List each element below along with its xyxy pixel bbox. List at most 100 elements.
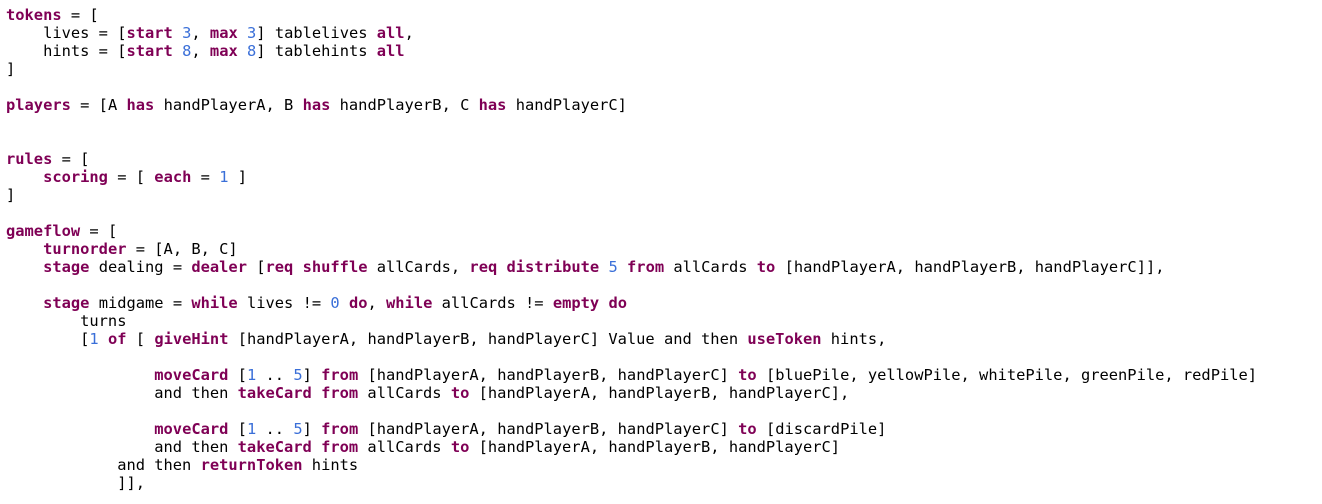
keyword-token: of xyxy=(107,330,127,348)
number-token: 3 xyxy=(247,24,257,42)
text-token: [handPlayerA, handPlayerB, handPlayerC] xyxy=(469,438,841,456)
number-token: 1 xyxy=(246,366,257,384)
number-token: 1 xyxy=(246,420,257,438)
text-token: turns xyxy=(6,312,127,330)
text-token: dealing = xyxy=(89,258,192,276)
keyword-token: from xyxy=(321,420,359,438)
number-token: 5 xyxy=(293,420,303,438)
keyword-token: while xyxy=(191,294,238,312)
code-line: turnorder = [A, B, C] xyxy=(6,240,238,258)
keyword-token: req xyxy=(265,258,294,276)
text-token: handPlayerC] xyxy=(506,96,627,114)
keyword-token: from xyxy=(627,258,665,276)
code-editor[interactable]: tokens = [ lives = [start 3, max 3] tabl… xyxy=(6,0,1318,504)
text-token: [bluePile, yellowPile, whitePile, greenP… xyxy=(756,366,1258,384)
code-line: ] xyxy=(6,186,15,204)
keyword-token: to xyxy=(450,438,470,456)
keyword-token: returnToken xyxy=(200,456,303,474)
code-line: and then takeCard from allCards to [hand… xyxy=(6,438,840,456)
keyword-token: dealer xyxy=(191,258,247,276)
code-line: players = [A has handPlayerA, B has hand… xyxy=(6,96,627,114)
code-line: lives = [start 3, max 3] tablelives all, xyxy=(6,24,414,42)
code-line: ] xyxy=(6,60,15,78)
keyword-token: rules xyxy=(6,150,53,168)
keyword-token: empty xyxy=(552,294,600,312)
code-line: stage dealing = dealer [req shuffle allC… xyxy=(6,258,1164,276)
number-token: 5 xyxy=(293,366,303,384)
text-token: allCards != xyxy=(432,294,553,312)
keyword-token: to xyxy=(450,384,470,402)
keyword-token: from xyxy=(321,366,359,384)
text-token: ] xyxy=(302,420,322,438)
code-line: moveCard [1 .. 5] from [handPlayerA, han… xyxy=(6,420,886,438)
number-token: 3 xyxy=(182,24,192,42)
keyword-token: takeCard xyxy=(237,438,312,456)
keyword-token: to xyxy=(756,258,776,276)
text-token: [handPlayerA, handPlayerB, handPlayerC] … xyxy=(228,330,748,348)
keyword-token: takeCard xyxy=(237,384,312,402)
text-token: hints, xyxy=(821,330,887,348)
text-token: ] tablelives xyxy=(256,24,377,42)
text-token: ] xyxy=(6,186,16,204)
text-token: .. xyxy=(256,366,294,384)
text-token: and then xyxy=(6,456,201,474)
text-token: [handPlayerA, handPlayerB, handPlayerC] xyxy=(358,366,739,384)
text-token: allCards xyxy=(358,384,451,402)
text-token: ] xyxy=(6,60,16,78)
keyword-token: shuffle xyxy=(302,258,368,276)
text-token: , xyxy=(367,294,387,312)
text-token: ]], xyxy=(6,474,145,492)
keyword-token: players xyxy=(6,96,71,114)
text-token: = [ xyxy=(61,6,99,24)
keyword-token: has xyxy=(126,96,155,114)
keyword-token: start xyxy=(126,42,173,60)
text-token: midgame = xyxy=(89,294,192,312)
keyword-token: turnorder xyxy=(43,240,127,258)
text-token: allCards xyxy=(664,258,757,276)
text-token: [ xyxy=(228,366,247,384)
text-token: , xyxy=(191,24,210,42)
code-line: scoring = [ each = 1 ] xyxy=(6,168,247,186)
keyword-token: scoring xyxy=(43,168,108,186)
text-token: allCards xyxy=(358,438,451,456)
code-line: rules = [ xyxy=(6,150,89,168)
text-token: [handPlayerA, handPlayerB, handPlayerC] xyxy=(358,420,739,438)
keyword-token: req xyxy=(469,258,498,276)
text-token: [ xyxy=(126,330,155,348)
keyword-token: from xyxy=(321,438,359,456)
text-token: lives != xyxy=(237,294,331,312)
text-token: handPlayerA, B xyxy=(154,96,303,114)
keyword-token: max xyxy=(209,24,238,42)
keyword-token: from xyxy=(321,384,359,402)
text-token: handPlayerB, C xyxy=(330,96,479,114)
text-token: ] tablehints xyxy=(256,42,377,60)
code-line: gameflow = [ xyxy=(6,222,117,240)
code-line: tokens = [ xyxy=(6,6,99,24)
text-token: [ xyxy=(6,330,90,348)
text-token: = [ xyxy=(107,168,155,186)
number-token: 8 xyxy=(247,42,257,60)
code-line: ]], xyxy=(6,474,145,492)
keyword-token: distribute xyxy=(506,258,600,276)
keyword-token: each xyxy=(154,168,192,186)
text-token: lives = [ xyxy=(6,24,127,42)
text-token: = xyxy=(191,168,220,186)
text-token: , xyxy=(404,24,414,42)
keyword-token: has xyxy=(302,96,331,114)
text-token: = [A, B, C] xyxy=(126,240,238,258)
keyword-token: gameflow xyxy=(6,222,81,240)
keyword-token: do xyxy=(608,294,628,312)
text-token: and then xyxy=(6,438,238,456)
